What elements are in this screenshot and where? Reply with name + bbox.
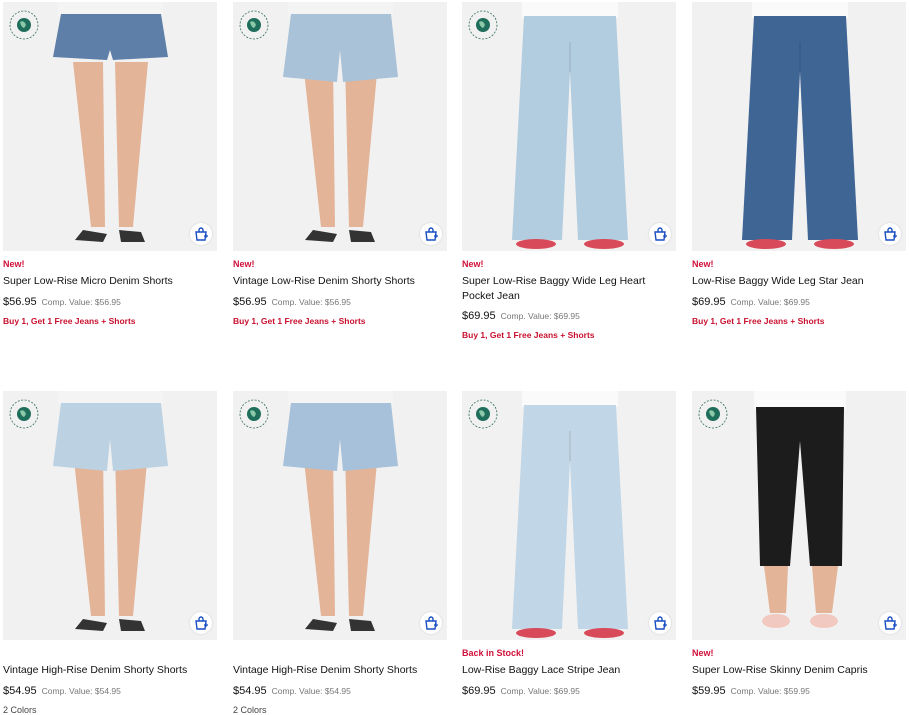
eco-globe-icon xyxy=(468,10,498,40)
product-price: $59.95 xyxy=(692,685,726,697)
product-price: $54.95 xyxy=(3,685,37,697)
product-name[interactable]: Super Low-Rise Micro Denim Shorts xyxy=(3,274,217,289)
price-row: $56.95 Comp. Value: $56.95 xyxy=(3,296,121,308)
product-badge: Back in Stock! xyxy=(462,648,525,658)
product-card[interactable]: New! Super Low-Rise Micro Denim Shorts $56… xyxy=(3,2,217,326)
product-name[interactable]: Low-Rise Baggy Wide Leg Star Jean xyxy=(692,274,906,289)
eco-globe-icon xyxy=(9,10,39,40)
product-image[interactable] xyxy=(462,391,676,640)
product-card[interactable]: New! Vintage Low-Rise Denim Shorty Shorts… xyxy=(233,2,447,326)
product-name[interactable]: Super Low-Rise Skinny Denim Capris xyxy=(692,663,906,678)
product-name[interactable]: Vintage Low-Rise Denim Shorty Shorts xyxy=(233,274,447,289)
product-card[interactable]: New! Low-Rise Baggy Wide Leg Star Jean $69… xyxy=(692,2,906,326)
comp-value: Comp. Value: $69.95 xyxy=(730,297,810,307)
color-count: 2 Colors xyxy=(3,705,37,715)
add-to-bag-icon[interactable] xyxy=(879,612,901,634)
price-row: $54.95 Comp. Value: $54.95 xyxy=(3,685,121,697)
product-card[interactable]: New! Super Low-Rise Baggy Wide Leg Heart … xyxy=(462,2,676,340)
comp-value: Comp. Value: $56.95 xyxy=(271,297,351,307)
product-badge: New! xyxy=(3,259,25,269)
eco-globe-icon xyxy=(239,399,269,429)
comp-value: Comp. Value: $54.95 xyxy=(41,686,121,696)
eco-globe-icon xyxy=(239,10,269,40)
add-to-bag-icon[interactable] xyxy=(649,612,671,634)
product-card[interactable]: Back in Stock! Low-Rise Baggy Lace Stripe… xyxy=(462,391,676,697)
add-to-bag-icon[interactable] xyxy=(190,612,212,634)
product-price: $69.95 xyxy=(462,310,496,322)
product-price: $56.95 xyxy=(3,296,37,308)
product-badge: New! xyxy=(462,259,484,269)
product-badge: New! xyxy=(692,259,714,269)
promo-text[interactable]: Buy 1, Get 1 Free Jeans + Shorts xyxy=(233,316,366,326)
eco-globe-icon xyxy=(9,399,39,429)
product-image[interactable] xyxy=(3,391,217,640)
add-to-bag-icon[interactable] xyxy=(649,223,671,245)
product-price: $69.95 xyxy=(692,296,726,308)
product-card[interactable]: New! Super Low-Rise Skinny Denim Capris $5… xyxy=(692,391,906,697)
promo-text[interactable]: Buy 1, Get 1 Free Jeans + Shorts xyxy=(3,316,136,326)
price-row: $59.95 Comp. Value: $59.95 xyxy=(692,685,810,697)
product-price: $54.95 xyxy=(233,685,267,697)
product-card[interactable]: Vintage High-Rise Denim Shorty Shorts $54… xyxy=(233,391,447,715)
eco-globe-icon xyxy=(468,399,498,429)
add-to-bag-icon[interactable] xyxy=(420,612,442,634)
product-name[interactable]: Vintage High-Rise Denim Shorty Shorts xyxy=(233,663,447,678)
price-row: $56.95 Comp. Value: $56.95 xyxy=(233,296,351,308)
product-image[interactable] xyxy=(692,2,906,251)
price-row: $69.95 Comp. Value: $69.95 xyxy=(462,685,580,697)
comp-value: Comp. Value: $56.95 xyxy=(41,297,121,307)
add-to-bag-icon[interactable] xyxy=(190,223,212,245)
product-card[interactable]: Vintage High-Rise Denim Shorty Shorts $54… xyxy=(3,391,217,715)
product-image[interactable] xyxy=(462,2,676,251)
product-image[interactable] xyxy=(233,2,447,251)
product-price: $56.95 xyxy=(233,296,267,308)
product-image[interactable] xyxy=(692,391,906,640)
product-name[interactable]: Super Low-Rise Baggy Wide Leg Heart Pock… xyxy=(462,274,676,304)
color-count: 2 Colors xyxy=(233,705,267,715)
price-row: $69.95 Comp. Value: $69.95 xyxy=(692,296,810,308)
product-badge: New! xyxy=(233,259,255,269)
add-to-bag-icon[interactable] xyxy=(420,223,442,245)
comp-value: Comp. Value: $59.95 xyxy=(730,686,810,696)
promo-text[interactable]: Buy 1, Get 1 Free Jeans + Shorts xyxy=(692,316,825,326)
add-to-bag-icon[interactable] xyxy=(879,223,901,245)
product-badge: New! xyxy=(692,648,714,658)
comp-value: Comp. Value: $69.95 xyxy=(500,311,580,321)
product-name[interactable]: Vintage High-Rise Denim Shorty Shorts xyxy=(3,663,217,678)
comp-value: Comp. Value: $69.95 xyxy=(500,686,580,696)
product-name[interactable]: Low-Rise Baggy Lace Stripe Jean xyxy=(462,663,676,678)
price-row: $54.95 Comp. Value: $54.95 xyxy=(233,685,351,697)
promo-text[interactable]: Buy 1, Get 1 Free Jeans + Shorts xyxy=(462,330,595,340)
eco-globe-icon xyxy=(698,399,728,429)
price-row: $69.95 Comp. Value: $69.95 xyxy=(462,310,580,322)
comp-value: Comp. Value: $54.95 xyxy=(271,686,351,696)
product-image[interactable] xyxy=(233,391,447,640)
product-image[interactable] xyxy=(3,2,217,251)
product-price: $69.95 xyxy=(462,685,496,697)
